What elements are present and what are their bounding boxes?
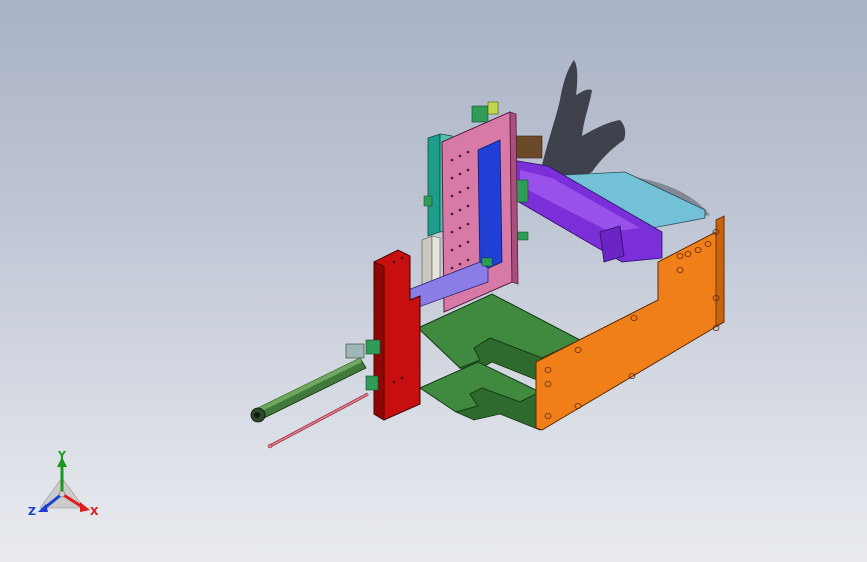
reference-triad: Y Z X bbox=[28, 449, 99, 518]
model-scene[interactable]: Y Z X bbox=[0, 0, 867, 562]
triad-x-label: X bbox=[90, 505, 99, 518]
triad-z-label: Z bbox=[28, 505, 36, 518]
cad-viewport[interactable]: Y Z X bbox=[0, 0, 867, 562]
olive-rod bbox=[250, 343, 367, 423]
triad-x-arrow bbox=[80, 502, 90, 512]
triad-y-label: Y bbox=[57, 449, 67, 462]
red-bracket-plate bbox=[365, 249, 421, 421]
